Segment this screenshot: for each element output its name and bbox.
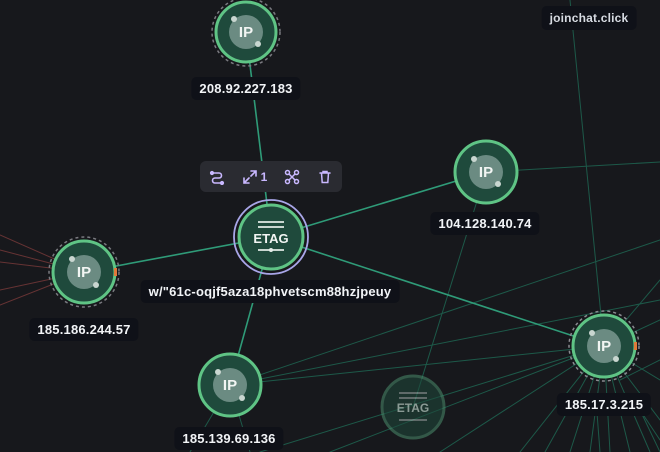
node-badge: IP: [77, 264, 91, 281]
domain-label[interactable]: joinchat.click: [541, 6, 637, 30]
graph-icon: [285, 169, 300, 184]
edges: [0, 0, 660, 452]
expand-button[interactable]: 1: [242, 169, 268, 185]
node-label: 185.17.3.215: [556, 393, 652, 416]
graph-canvas[interactable]: IP IP ETAG IP IP ETAG IP: [0, 0, 660, 452]
node-badge: ETAG: [253, 231, 288, 246]
node-badge: IP: [597, 338, 611, 355]
path-button[interactable]: [209, 169, 225, 185]
path-icon: [209, 170, 224, 185]
node-badge: IP: [239, 24, 253, 41]
node-badge: ETAG: [397, 401, 429, 415]
node-toolbar: 1: [200, 161, 342, 192]
node-label: 208.92.227.183: [191, 77, 301, 100]
node-badge: IP: [479, 164, 493, 181]
connect-button[interactable]: [284, 169, 300, 185]
expand-count: 1: [260, 169, 268, 184]
node-label: w/"61c-oqjf5aza18phvetscm88hzjpeuy: [140, 280, 400, 303]
trash-icon: [319, 170, 332, 183]
node-label: 185.139.69.136: [174, 427, 284, 450]
delete-button[interactable]: [317, 169, 333, 185]
node-badge: IP: [223, 377, 237, 394]
expand-icon: [242, 169, 257, 184]
node-label: 185.186.244.57: [29, 318, 139, 341]
node-label: 104.128.140.74: [430, 212, 540, 235]
